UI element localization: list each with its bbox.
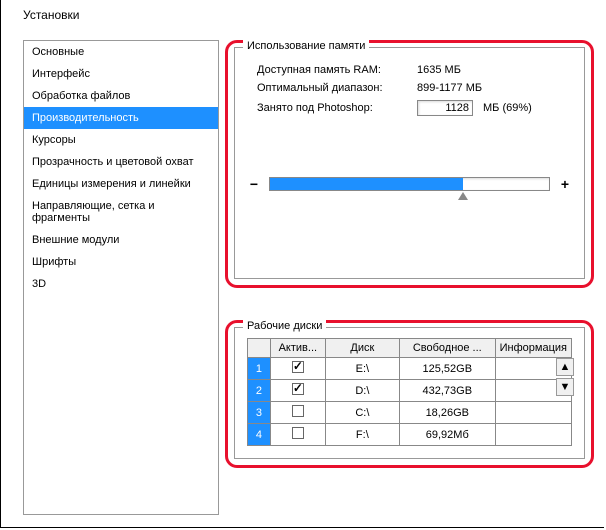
- row-free: 432,73GB: [399, 380, 495, 402]
- col-active[interactable]: Актив...: [270, 339, 325, 358]
- ideal-range-value: 899-1177 МБ: [417, 82, 507, 94]
- scratch-highlight: Рабочие диски Актив... Диск Свободное ..…: [225, 320, 594, 468]
- used-input[interactable]: [417, 100, 473, 116]
- sidebar-item-transparency[interactable]: Прозрачность и цветовой охват: [24, 151, 218, 173]
- reorder-arrows: ▲ ▼: [556, 358, 574, 396]
- row-disk: F:\: [325, 424, 399, 446]
- slider-plus[interactable]: +: [558, 176, 572, 192]
- chevron-down-icon: ▼: [560, 381, 571, 393]
- used-label: Занято под Photoshop:: [257, 102, 417, 114]
- row-disk: E:\: [325, 358, 399, 380]
- slider-minus[interactable]: −: [247, 176, 261, 192]
- table-row[interactable]: 2 D:\ 432,73GB: [248, 380, 572, 402]
- memory-highlight: Использование памяти Доступная память RA…: [225, 40, 594, 288]
- row-num: 3: [248, 402, 271, 424]
- scratch-fieldset: Рабочие диски Актив... Диск Свободное ..…: [234, 327, 585, 459]
- checkbox-icon[interactable]: [292, 361, 304, 373]
- table-row[interactable]: 1 E:\ 125,52GB: [248, 358, 572, 380]
- move-up-button[interactable]: ▲: [556, 358, 574, 376]
- slider-thumb-icon[interactable]: [458, 192, 468, 200]
- row-disk: D:\: [325, 380, 399, 402]
- col-free[interactable]: Свободное ...: [399, 339, 495, 358]
- col-disk[interactable]: Диск: [325, 339, 399, 358]
- sidebar-item-performance[interactable]: Производительность: [24, 107, 218, 129]
- preferences-sidebar: Основные Интерфейс Обработка файлов Прои…: [23, 40, 219, 515]
- slider-fill: [270, 178, 463, 190]
- row-disk: C:\: [325, 402, 399, 424]
- row-num: 4: [248, 424, 271, 446]
- memory-legend: Использование памяти: [243, 40, 369, 52]
- sidebar-item-filehandling[interactable]: Обработка файлов: [24, 85, 218, 107]
- scratch-disks-table: Актив... Диск Свободное ... Информация 1…: [247, 338, 572, 446]
- memory-fieldset: Использование памяти Доступная память RA…: [234, 47, 585, 279]
- col-num: [248, 339, 271, 358]
- sidebar-item-units[interactable]: Единицы измерения и линейки: [24, 173, 218, 195]
- checkbox-icon[interactable]: [292, 383, 304, 395]
- sidebar-item-type[interactable]: Шрифты: [24, 251, 218, 273]
- ideal-range-label: Оптимальный диапазон:: [257, 82, 417, 94]
- chevron-up-icon: ▲: [560, 361, 571, 373]
- row-active[interactable]: [270, 380, 325, 402]
- table-row[interactable]: 4 F:\ 69,92Мб: [248, 424, 572, 446]
- row-free: 69,92Мб: [399, 424, 495, 446]
- table-row[interactable]: 3 C:\ 18,26GB: [248, 402, 572, 424]
- row-info: [495, 402, 571, 424]
- checkbox-icon[interactable]: [292, 427, 304, 439]
- available-ram-value: 1635 МБ: [417, 64, 507, 76]
- sidebar-item-plugins[interactable]: Внешние модули: [24, 229, 218, 251]
- sidebar-item-3d[interactable]: 3D: [24, 273, 218, 295]
- row-free: 125,52GB: [399, 358, 495, 380]
- row-free: 18,26GB: [399, 402, 495, 424]
- row-num: 2: [248, 380, 271, 402]
- col-info[interactable]: Информация: [495, 339, 571, 358]
- memory-slider[interactable]: [269, 177, 550, 191]
- row-num: 1: [248, 358, 271, 380]
- move-down-button[interactable]: ▼: [556, 378, 574, 396]
- checkbox-icon[interactable]: [292, 405, 304, 417]
- row-active[interactable]: [270, 424, 325, 446]
- sidebar-item-general[interactable]: Основные: [24, 41, 218, 63]
- sidebar-item-interface[interactable]: Интерфейс: [24, 63, 218, 85]
- row-active[interactable]: [270, 402, 325, 424]
- used-unit: МБ (69%): [483, 102, 532, 114]
- scratch-legend: Рабочие диски: [243, 320, 326, 332]
- sidebar-item-cursors[interactable]: Курсоры: [24, 129, 218, 151]
- sidebar-item-guides[interactable]: Направляющие, сетка и фрагменты: [24, 195, 218, 229]
- window-title: Установки: [1, 0, 604, 30]
- available-ram-label: Доступная память RAM:: [257, 64, 417, 76]
- table-header-row: Актив... Диск Свободное ... Информация: [248, 339, 572, 358]
- row-active[interactable]: [270, 358, 325, 380]
- row-info: [495, 424, 571, 446]
